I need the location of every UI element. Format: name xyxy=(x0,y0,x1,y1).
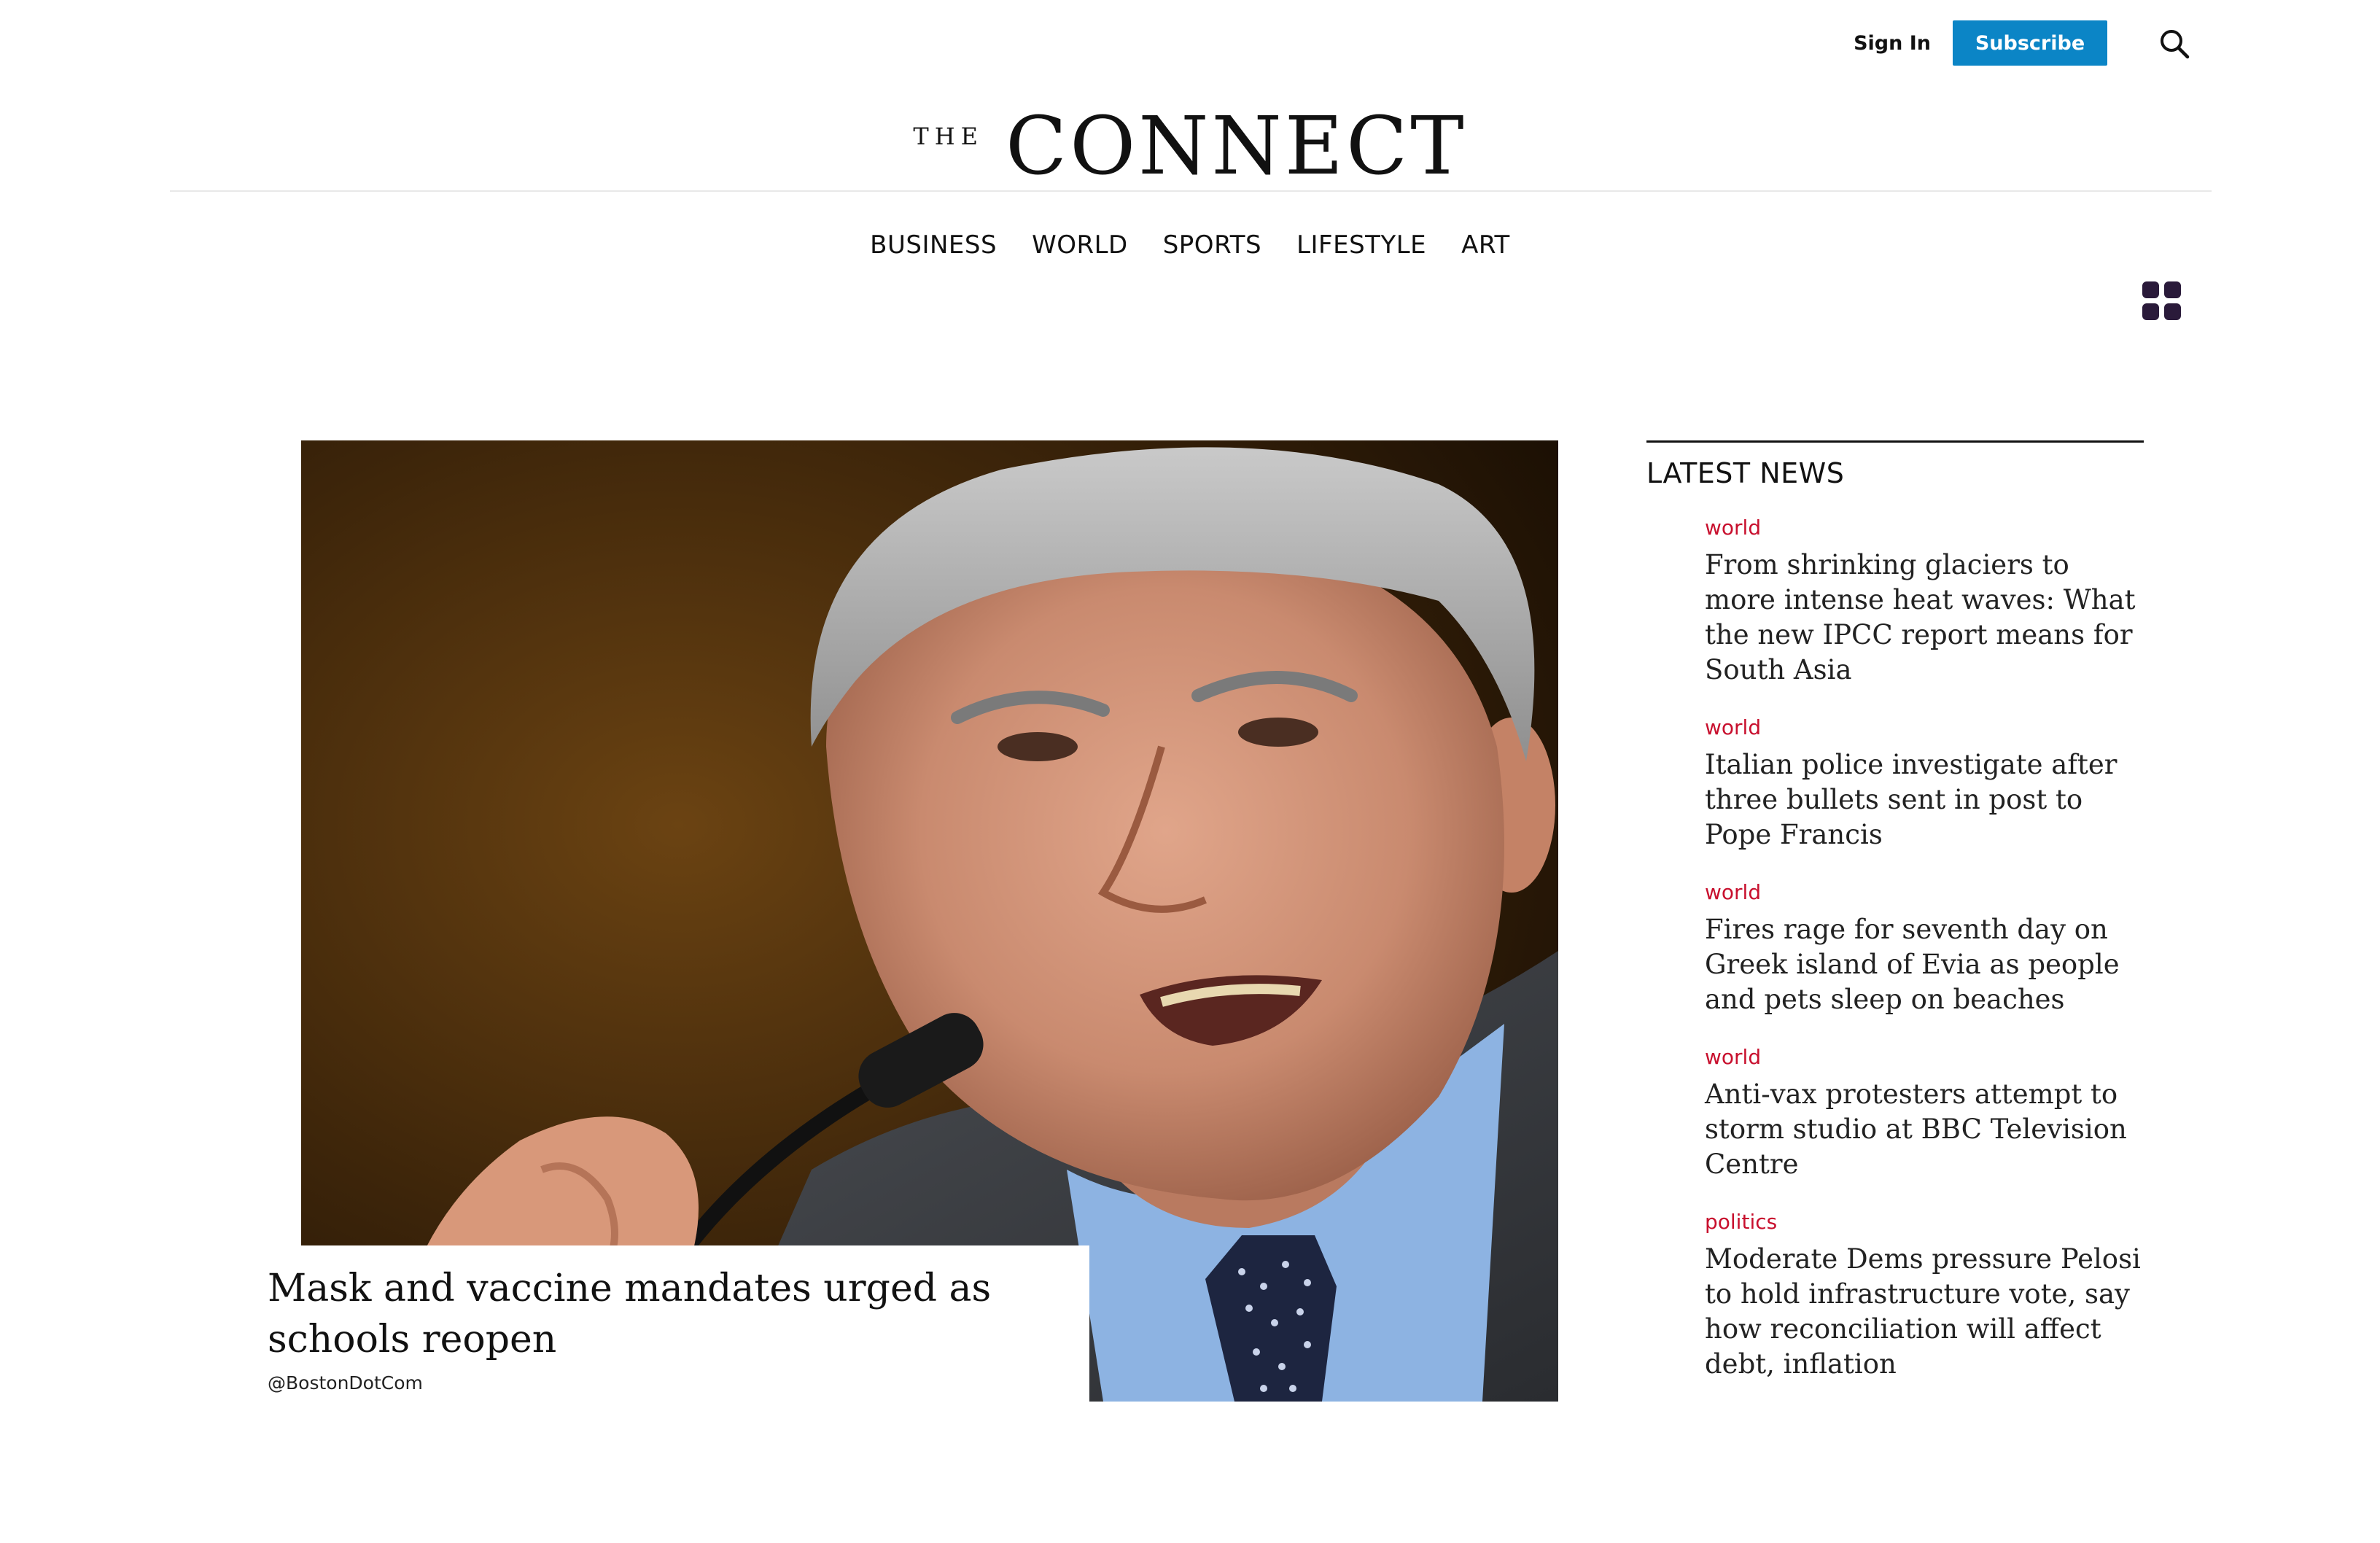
news-headline[interactable]: Fires rage for seventh day on Greek isla… xyxy=(1705,912,2144,1017)
news-headline[interactable]: From shrinking glaciers to more intense … xyxy=(1705,548,2144,688)
main-nav: BUSINESS WORLD SPORTS LIFESTYLE ART xyxy=(0,230,2380,260)
latest-news-heading: LATEST NEWS xyxy=(1646,457,1845,489)
latest-news-divider xyxy=(1646,440,2144,443)
list-item[interactable]: politics Moderate Dems pressure Pelosi t… xyxy=(1705,1210,2144,1382)
hero-source: @BostonDotCom xyxy=(268,1372,423,1394)
list-item[interactable]: world Fires rage for seventh day on Gree… xyxy=(1705,880,2144,1017)
latest-news-panel: LATEST NEWS world From shrinking glacier… xyxy=(1646,440,2144,1410)
nav-item-lifestyle[interactable]: LIFESTYLE xyxy=(1296,230,1426,260)
news-category[interactable]: world xyxy=(1705,516,2144,540)
nav-item-business[interactable]: BUSINESS xyxy=(870,230,997,260)
site-logo[interactable]: THE CONNECT xyxy=(0,102,2380,190)
news-category[interactable]: world xyxy=(1705,715,2144,740)
news-category[interactable]: world xyxy=(1705,880,2144,905)
latest-news-list: world From shrinking glaciers to more in… xyxy=(1646,516,2144,1382)
news-headline[interactable]: Moderate Dems pressure Pelosi to hold in… xyxy=(1705,1242,2144,1382)
news-headline[interactable]: Anti-vax protesters attempt to storm stu… xyxy=(1705,1077,2144,1182)
sign-in-link[interactable]: Sign In xyxy=(1854,32,1931,55)
list-item[interactable]: world From shrinking glaciers to more in… xyxy=(1705,516,2144,688)
hero-caption: Mask and vaccine mandates urged as schoo… xyxy=(248,1245,1089,1406)
header-divider xyxy=(170,190,2212,192)
top-utility-bar: Sign In Subscribe xyxy=(1854,20,2107,66)
nav-item-sports[interactable]: SPORTS xyxy=(1163,230,1261,260)
list-item[interactable]: world Anti-vax protesters attempt to sto… xyxy=(1705,1045,2144,1182)
logo-prefix: THE xyxy=(913,123,984,150)
list-item[interactable]: world Italian police investigate after t… xyxy=(1705,715,2144,852)
grid-menu-icon[interactable] xyxy=(2142,281,2182,321)
news-category[interactable]: politics xyxy=(1705,1210,2144,1235)
nav-item-world[interactable]: WORLD xyxy=(1032,230,1128,260)
news-headline[interactable]: Italian police investigate after three b… xyxy=(1705,747,2144,852)
nav-item-art[interactable]: ART xyxy=(1461,230,1510,260)
subscribe-button[interactable]: Subscribe xyxy=(1953,20,2107,66)
logo-name: CONNECT xyxy=(1005,99,1467,193)
search-icon[interactable] xyxy=(2158,28,2190,60)
news-category[interactable]: world xyxy=(1705,1045,2144,1070)
hero-headline[interactable]: Mask and vaccine mandates urged as schoo… xyxy=(268,1263,1068,1365)
